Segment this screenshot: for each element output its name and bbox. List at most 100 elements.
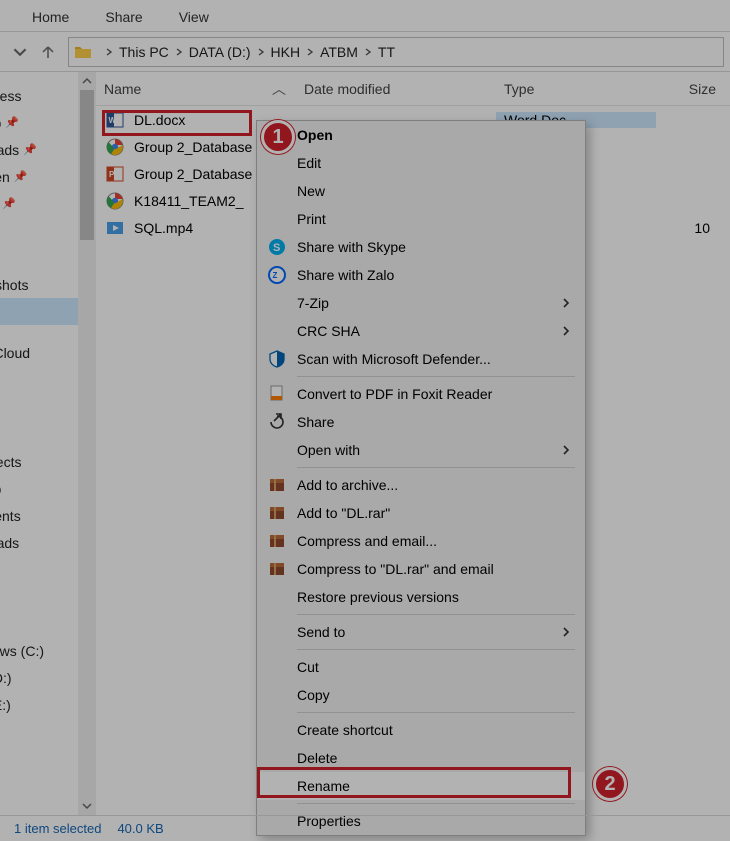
zalo-icon: Z [267,265,287,285]
annotation-badge-2: 2 [593,767,627,801]
menu-item[interactable]: Edit [257,149,585,177]
col-date[interactable]: Date modified [296,81,496,97]
menu-item[interactable]: Compress to "DL.rar" and email [257,555,585,583]
nav-dropdown[interactable] [6,38,34,66]
menu-item-label: Copy [297,687,330,703]
menu-separator [297,803,575,804]
menu-item-label: Share with Skype [297,239,406,255]
menu-item[interactable]: Send to [257,618,585,646]
chevron-right-icon [561,442,571,458]
menu-item[interactable]: Open [257,121,585,149]
crumb-this-pc[interactable]: This PC [119,44,169,60]
col-type[interactable]: Type [496,81,656,97]
menu-item-label: Share with Zalo [297,267,394,283]
menu-item-label: Print [297,211,326,227]
menu-item[interactable]: Add to "DL.rar" [257,499,585,527]
context-menu: Open Edit New Print S Share with Skype Z Share … [256,120,586,836]
chevron-right-icon [561,295,571,311]
menu-item[interactable]: 7-Zip [257,289,585,317]
file-type-icon: P [106,165,124,183]
svg-text:P: P [109,170,115,179]
menu-item-label: CRC SHA [297,323,360,339]
folder-icon [73,42,93,62]
col-size[interactable]: Size [656,81,716,97]
menu-item-label: Cut [297,659,319,675]
status-bar: 1 item selected 40.0 KB [0,815,730,841]
scroll-down-button[interactable] [78,797,96,815]
sidebar-scrollbar[interactable] [78,72,96,815]
file-name: Group 2_Database [134,139,252,155]
annotation-badge-1: 1 [261,120,295,154]
menu-item[interactable]: Copy [257,681,585,709]
menu-item[interactable]: Compress and email... [257,527,585,555]
file-size: 10 [656,220,716,236]
menu-item-label: Edit [297,155,321,171]
menu-item[interactable]: Share [257,408,585,436]
chevron-right-icon [561,323,571,339]
menu-item[interactable]: Scan with Microsoft Defender... [257,345,585,373]
file-name: SQL.mp4 [134,220,193,236]
menu-item-label: 7-Zip [297,295,329,311]
menu-separator [297,467,575,468]
file-type-icon [106,219,124,237]
menu-item[interactable]: Convert to PDF in Foxit Reader [257,380,585,408]
menu-item-label: Open with [297,442,360,458]
menu-item[interactable]: Restore previous versions [257,583,585,611]
file-name: K18411_TEAM2_ [134,193,243,209]
address-bar: This PC DATA (D:) HKH ATBM TT [0,32,730,72]
menu-item-label: Scan with Microsoft Defender... [297,351,491,367]
share-icon [267,412,287,432]
file-name: Group 2_Database [134,166,252,182]
menu-item[interactable]: Add to archive... [257,471,585,499]
status-size: 40.0 KB [117,821,163,836]
rar-icon [267,503,287,523]
file-type-icon [106,192,124,210]
tab-view[interactable]: View [161,3,227,31]
menu-item[interactable]: Z Share with Zalo [257,261,585,289]
foxit-icon [267,384,287,404]
menu-item-label: Delete [297,750,337,766]
menu-item[interactable]: New [257,177,585,205]
annotation-box-rename [257,767,571,798]
menu-item-label: New [297,183,325,199]
menu-item[interactable]: Open with [257,436,585,464]
menu-item[interactable]: Create shortcut [257,716,585,744]
pin-icon: 📌 [23,143,37,156]
menu-separator [297,649,575,650]
breadcrumb[interactable]: This PC DATA (D:) HKH ATBM TT [68,37,724,67]
menu-item[interactable]: Cut [257,653,585,681]
menu-item[interactable]: Print [257,205,585,233]
scroll-up-button[interactable] [78,72,96,90]
crumb-tt[interactable]: TT [378,44,395,60]
menu-item[interactable]: S Share with Skype [257,233,585,261]
chevron-right-icon [175,48,183,56]
menu-item-label: Send to [297,624,345,640]
pin-icon: 📌 [5,116,19,129]
nav-up-button[interactable] [34,38,62,66]
menu-item-label: Add to "DL.rar" [297,505,390,521]
column-headers: Name︿ Date modified Type Size [96,72,730,106]
crumb-hkh[interactable]: HKH [271,44,301,60]
scroll-thumb[interactable] [80,90,94,240]
chevron-right-icon [306,48,314,56]
menu-item-label: Share [297,414,334,430]
menu-item-label: Compress and email... [297,533,437,549]
crumb-atbm[interactable]: ATBM [320,44,358,60]
chevron-right-icon [561,624,571,640]
tab-home[interactable]: Home [14,3,87,31]
rar-icon [267,531,287,551]
menu-item[interactable]: CRC SHA [257,317,585,345]
skype-icon: S [267,237,287,257]
chevron-right-icon [257,48,265,56]
menu-item-label: Convert to PDF in Foxit Reader [297,386,492,402]
status-selection: 1 item selected [14,821,101,836]
ribbon-tabs: Home Share View [0,0,730,32]
crumb-data-d[interactable]: DATA (D:) [189,44,251,60]
menu-separator [297,712,575,713]
annotation-box-file [102,110,252,136]
tab-share[interactable]: Share [87,3,160,31]
chevron-right-icon [364,48,372,56]
svg-text:Z: Z [273,271,278,280]
col-name[interactable]: Name︿ [96,79,296,99]
sort-indicator-icon: ︿ [272,79,286,99]
